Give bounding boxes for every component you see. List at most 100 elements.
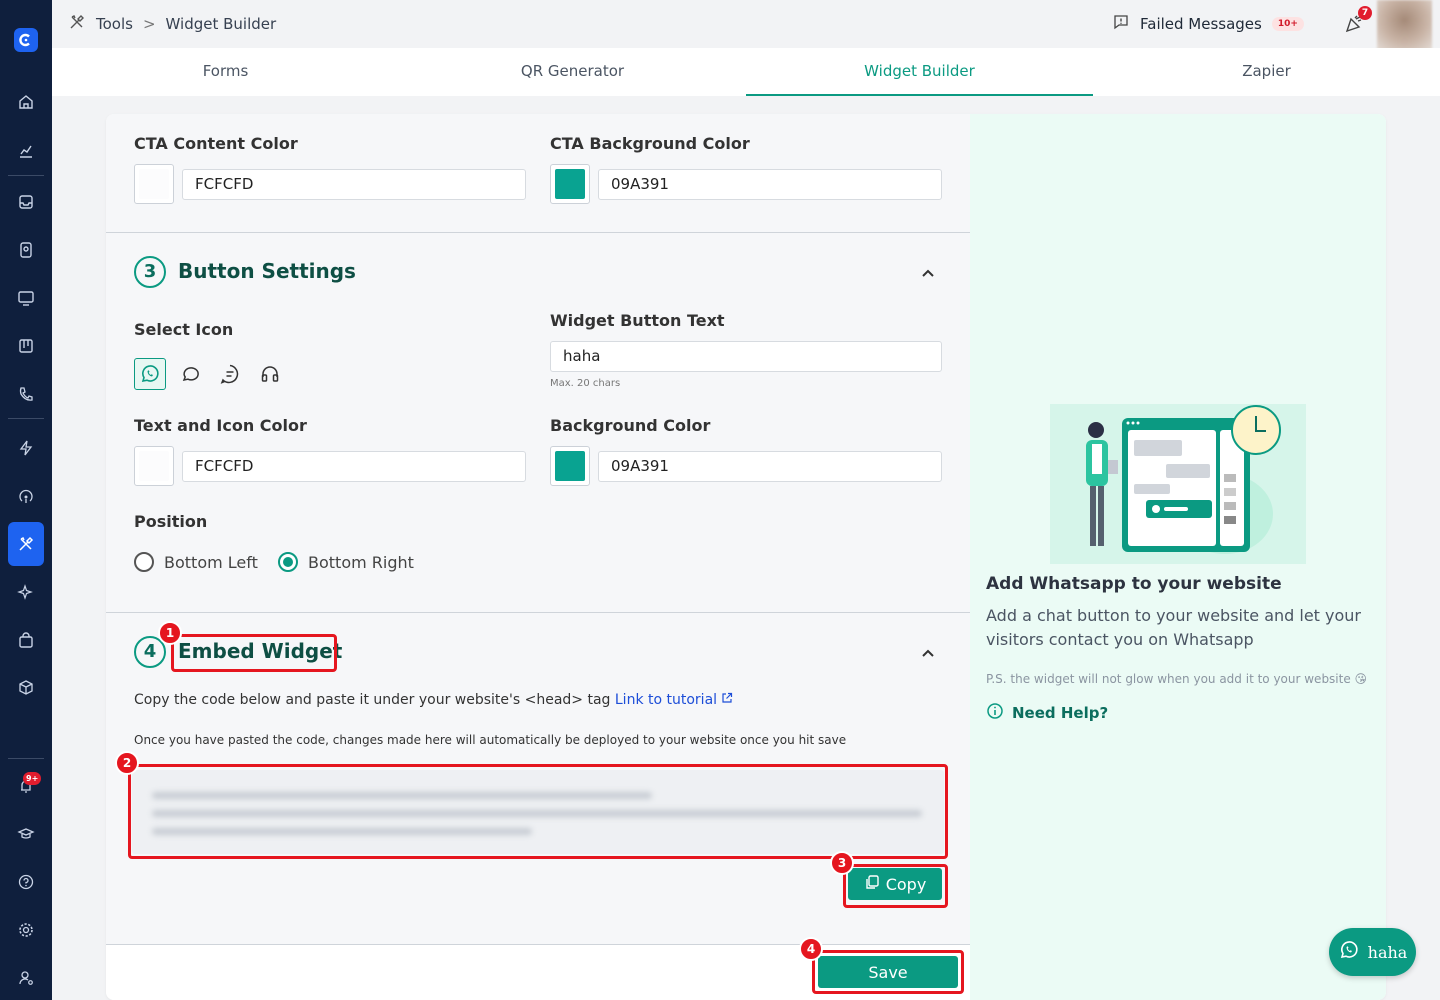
annotation-box-save [812, 950, 964, 994]
tab-widget-builder[interactable]: Widget Builder [746, 48, 1093, 96]
section-divider [106, 232, 970, 233]
annotation-badge-2: 2 [115, 751, 139, 775]
breadcrumb-current: Widget Builder [165, 15, 277, 33]
app-logo-icon[interactable] [14, 28, 38, 52]
failed-messages-button[interactable]: Failed Messages 10+ [1112, 13, 1304, 35]
radio-label: Bottom Left [164, 552, 258, 572]
annotation-badge-3: 3 [830, 851, 854, 875]
radio-circle-selected [278, 552, 298, 572]
deploy-note: Once you have pasted the code, changes m… [134, 733, 847, 747]
avatar[interactable] [1377, 0, 1432, 50]
text-icon-color-swatch[interactable] [134, 446, 174, 486]
cta-content-color-swatch[interactable] [134, 164, 174, 204]
cta-bg-color-label: CTA Background Color [550, 134, 750, 153]
phone-icon[interactable] [14, 382, 38, 406]
package-settings-icon[interactable] [14, 676, 38, 700]
swatch-fill [139, 169, 169, 199]
tab-forms[interactable]: Forms [52, 48, 399, 96]
embed-instruction: Copy the code below and paste it under y… [134, 692, 733, 708]
text-icon-color-label: Text and Icon Color [134, 416, 307, 435]
background-color-input[interactable]: 09A391 [598, 451, 942, 482]
cta-content-color-label: CTA Content Color [134, 134, 298, 153]
position-label: Position [134, 512, 208, 531]
tutorial-link[interactable]: Link to tutorial [615, 692, 717, 708]
chat-bubble-icon[interactable] [178, 362, 202, 386]
need-help-label: Need Help? [1012, 704, 1109, 722]
section-title-button-settings: Button Settings [178, 259, 356, 283]
breadcrumb-root[interactable]: Tools [96, 15, 133, 33]
broadcast-icon[interactable] [14, 484, 38, 508]
embed-instruction-text: Copy the code below and paste it under y… [134, 692, 611, 708]
announcements-badge: 7 [1358, 6, 1372, 20]
text-icon-color-input[interactable]: FCFCFD [182, 451, 526, 482]
tab-zapier[interactable]: Zapier [1093, 48, 1440, 96]
message-alert-icon [1112, 13, 1130, 35]
chevron-up-icon[interactable] [920, 265, 936, 281]
swatch-fill [555, 451, 585, 481]
cta-bg-color-swatch[interactable] [550, 164, 590, 204]
position-bottom-right-radio[interactable]: Bottom Right [278, 552, 414, 572]
preview-ps-note: P.S. the widget will not glow when you a… [986, 672, 1368, 686]
tools-icon[interactable] [14, 532, 38, 556]
breadcrumb-separator: > [142, 15, 156, 33]
contacts-icon[interactable] [14, 238, 38, 262]
widget-preview-button[interactable]: haha [1329, 928, 1416, 976]
widget-button-text-label: Widget Button Text [550, 311, 725, 330]
analytics-icon[interactable] [14, 139, 38, 163]
background-color-label: Background Color [550, 416, 711, 435]
sidebar: 9+ [0, 0, 52, 1000]
failed-messages-label: Failed Messages [1140, 15, 1262, 33]
swatch-fill [555, 169, 585, 199]
chevron-up-icon[interactable] [920, 645, 936, 661]
annotation-box-embed-title [171, 634, 337, 672]
cta-content-color-input[interactable]: FCFCFD [182, 169, 526, 200]
message-lines-icon[interactable] [218, 362, 242, 386]
info-icon [986, 702, 1004, 724]
annotation-badge-4: 4 [799, 937, 823, 961]
tab-qr-generator[interactable]: QR Generator [399, 48, 746, 96]
alerts-badge: 9+ [23, 772, 42, 785]
breadcrumb: Tools > Widget Builder [68, 13, 276, 35]
widget-builder-card: CTA Content Color FCFCFD CTA Background … [106, 114, 1386, 1000]
position-bottom-left-radio[interactable]: Bottom Left [134, 552, 258, 572]
academy-icon[interactable] [14, 822, 38, 846]
widget-preview-label: haha [1367, 942, 1408, 962]
need-help-link[interactable]: Need Help? [986, 702, 1108, 724]
widget-button-text-input[interactable]: haha [550, 341, 942, 372]
failed-count-badge: 10+ [1271, 17, 1304, 31]
board-icon[interactable] [14, 334, 38, 358]
whatsapp-illustration [1050, 404, 1306, 564]
section-divider [106, 612, 970, 613]
select-icon-label: Select Icon [134, 320, 234, 339]
inbox-icon[interactable] [14, 190, 38, 214]
settings-gear-icon[interactable] [14, 918, 38, 942]
headset-icon[interactable] [258, 362, 282, 386]
section-number-3: 3 [134, 256, 166, 288]
automation-bolt-icon[interactable] [14, 436, 38, 460]
help-icon[interactable] [14, 870, 38, 894]
preview-panel: Add Whatsapp to your website Add a chat … [970, 114, 1386, 1000]
user-settings-icon[interactable] [14, 966, 38, 990]
home-icon[interactable] [14, 90, 38, 114]
tool-tabs: Forms QR Generator Widget Builder Zapier [52, 48, 1440, 96]
sidebar-divider [8, 175, 44, 176]
annotation-badge-1: 1 [158, 621, 182, 645]
commerce-bag-icon[interactable] [14, 628, 38, 652]
swatch-fill [139, 451, 169, 481]
tools-icon [68, 13, 86, 35]
ai-sparkle-icon[interactable] [14, 580, 38, 604]
whatsapp-icon [1338, 939, 1360, 965]
radio-circle [134, 552, 154, 572]
top-bar: Tools > Widget Builder Failed Messages 1… [52, 0, 1440, 50]
external-link-icon[interactable] [721, 692, 733, 708]
background-color-swatch[interactable] [550, 446, 590, 486]
cta-bg-color-input[interactable]: 09A391 [598, 169, 942, 200]
preview-subtitle: Add a chat button to your website and le… [986, 606, 1362, 649]
sidebar-divider [8, 418, 44, 419]
annotation-box-copy [843, 864, 948, 908]
whatsapp-icon[interactable] [134, 358, 166, 390]
max-chars-hint: Max. 20 chars [550, 378, 621, 389]
campaigns-icon[interactable] [14, 286, 38, 310]
radio-label: Bottom Right [308, 552, 414, 572]
sidebar-divider [8, 758, 44, 759]
